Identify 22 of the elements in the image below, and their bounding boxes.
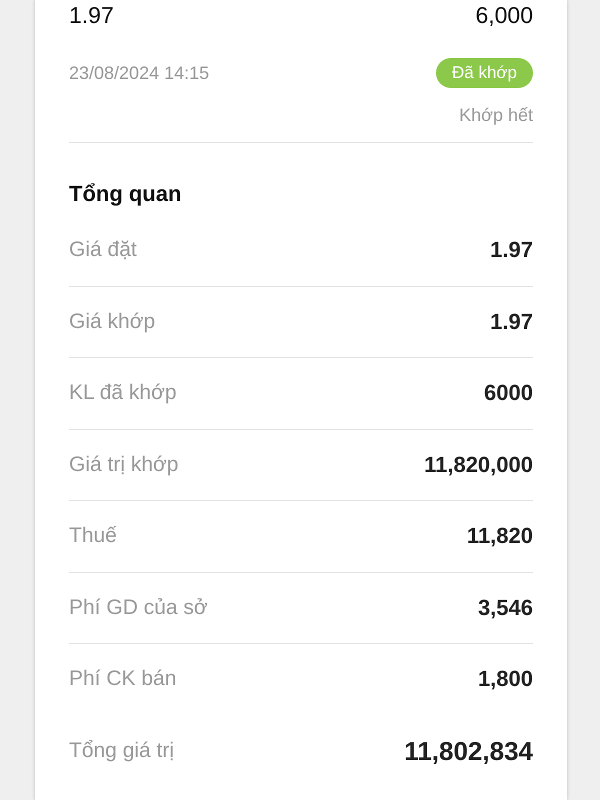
row-label: Phí GD của sở <box>69 594 208 621</box>
row-label: Phí CK bán <box>69 666 176 692</box>
row-value: 1.97 <box>490 236 533 264</box>
row-value: 1,800 <box>478 665 533 694</box>
row-label: Tổng giá trị <box>69 738 174 764</box>
fill-status: Khớp hết <box>459 104 533 127</box>
row-value: 6000 <box>484 379 533 408</box>
row-value: 3,546 <box>478 594 533 622</box>
row-label: Giá khớp <box>69 308 156 335</box>
row-label: Giá đặt <box>69 237 137 264</box>
status-badge: Đã khớp <box>436 58 533 88</box>
row-value: 11,820,000 <box>424 450 533 479</box>
row-value: 1.97 <box>490 308 533 336</box>
section-title: Tổng quan <box>69 180 182 208</box>
order-price: 1.97 <box>69 1 114 30</box>
row-label: KL đã khớp <box>69 380 177 406</box>
order-quantity: 6,000 <box>475 1 533 30</box>
row-value: 11,820 <box>466 522 533 550</box>
row-label: Giá trị khớp <box>69 452 178 478</box>
row-label: Thuế <box>69 523 117 550</box>
order-time: 23/08/2024 14:15 <box>69 62 210 85</box>
row-value: 11,802,834 <box>404 734 533 767</box>
